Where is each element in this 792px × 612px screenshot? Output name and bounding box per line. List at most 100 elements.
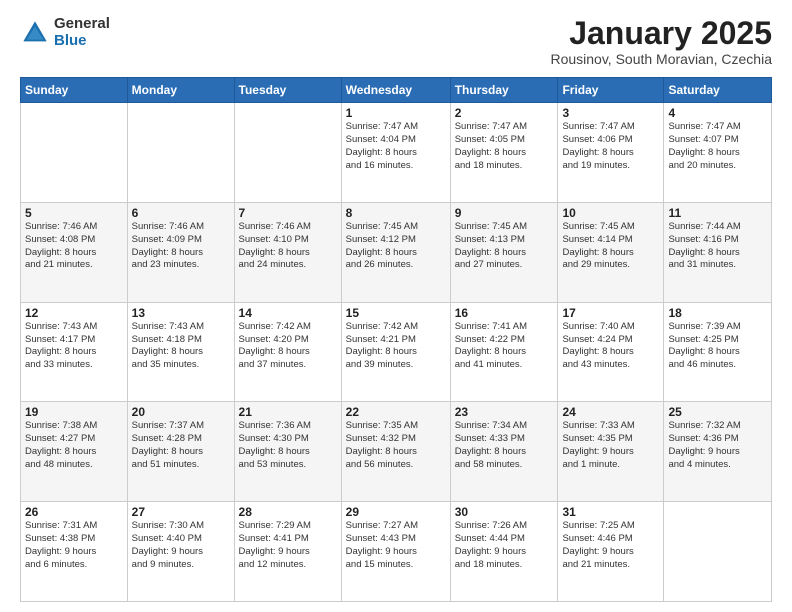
calendar-cell: 14Sunrise: 7:42 AM Sunset: 4:20 PM Dayli… [234, 302, 341, 402]
logo: General Blue [20, 16, 110, 49]
day-number: 14 [239, 306, 337, 320]
calendar-cell: 5Sunrise: 7:46 AM Sunset: 4:08 PM Daylig… [21, 202, 128, 302]
weekday-header-saturday: Saturday [664, 78, 772, 103]
logo-icon [20, 18, 50, 48]
calendar-cell: 4Sunrise: 7:47 AM Sunset: 4:07 PM Daylig… [664, 103, 772, 203]
calendar-cell: 9Sunrise: 7:45 AM Sunset: 4:13 PM Daylig… [450, 202, 558, 302]
day-info: Sunrise: 7:46 AM Sunset: 4:08 PM Dayligh… [25, 221, 123, 272]
calendar-location: Rousinov, South Moravian, Czechia [550, 51, 772, 67]
day-number: 26 [25, 505, 123, 519]
day-number: 31 [562, 505, 659, 519]
calendar-cell: 30Sunrise: 7:26 AM Sunset: 4:44 PM Dayli… [450, 502, 558, 602]
day-info: Sunrise: 7:31 AM Sunset: 4:38 PM Dayligh… [25, 520, 123, 571]
day-info: Sunrise: 7:34 AM Sunset: 4:33 PM Dayligh… [455, 420, 554, 471]
calendar-cell: 12Sunrise: 7:43 AM Sunset: 4:17 PM Dayli… [21, 302, 128, 402]
day-info: Sunrise: 7:44 AM Sunset: 4:16 PM Dayligh… [668, 221, 767, 272]
day-number: 17 [562, 306, 659, 320]
calendar-cell: 7Sunrise: 7:46 AM Sunset: 4:10 PM Daylig… [234, 202, 341, 302]
weekday-header-thursday: Thursday [450, 78, 558, 103]
week-row-5: 26Sunrise: 7:31 AM Sunset: 4:38 PM Dayli… [21, 502, 772, 602]
day-number: 24 [562, 405, 659, 419]
day-number: 20 [132, 405, 230, 419]
day-number: 12 [25, 306, 123, 320]
day-info: Sunrise: 7:37 AM Sunset: 4:28 PM Dayligh… [132, 420, 230, 471]
weekday-header-monday: Monday [127, 78, 234, 103]
week-row-3: 12Sunrise: 7:43 AM Sunset: 4:17 PM Dayli… [21, 302, 772, 402]
calendar-cell: 16Sunrise: 7:41 AM Sunset: 4:22 PM Dayli… [450, 302, 558, 402]
calendar-cell: 23Sunrise: 7:34 AM Sunset: 4:33 PM Dayli… [450, 402, 558, 502]
calendar-cell: 19Sunrise: 7:38 AM Sunset: 4:27 PM Dayli… [21, 402, 128, 502]
day-number: 10 [562, 206, 659, 220]
day-number: 4 [668, 106, 767, 120]
page: General Blue January 2025 Rousinov, Sout… [0, 0, 792, 612]
calendar-cell: 15Sunrise: 7:42 AM Sunset: 4:21 PM Dayli… [341, 302, 450, 402]
day-number: 2 [455, 106, 554, 120]
day-info: Sunrise: 7:32 AM Sunset: 4:36 PM Dayligh… [668, 420, 767, 471]
day-number: 3 [562, 106, 659, 120]
day-number: 27 [132, 505, 230, 519]
calendar-cell [127, 103, 234, 203]
logo-text: General Blue [54, 16, 110, 49]
day-info: Sunrise: 7:35 AM Sunset: 4:32 PM Dayligh… [346, 420, 446, 471]
calendar-cell: 8Sunrise: 7:45 AM Sunset: 4:12 PM Daylig… [341, 202, 450, 302]
day-info: Sunrise: 7:46 AM Sunset: 4:09 PM Dayligh… [132, 221, 230, 272]
day-number: 8 [346, 206, 446, 220]
day-info: Sunrise: 7:47 AM Sunset: 4:05 PM Dayligh… [455, 121, 554, 172]
day-info: Sunrise: 7:43 AM Sunset: 4:18 PM Dayligh… [132, 321, 230, 372]
day-number: 15 [346, 306, 446, 320]
day-number: 22 [346, 405, 446, 419]
day-info: Sunrise: 7:47 AM Sunset: 4:07 PM Dayligh… [668, 121, 767, 172]
calendar-title: January 2025 [550, 16, 772, 51]
day-info: Sunrise: 7:46 AM Sunset: 4:10 PM Dayligh… [239, 221, 337, 272]
day-info: Sunrise: 7:42 AM Sunset: 4:21 PM Dayligh… [346, 321, 446, 372]
day-number: 28 [239, 505, 337, 519]
calendar-cell: 22Sunrise: 7:35 AM Sunset: 4:32 PM Dayli… [341, 402, 450, 502]
calendar-cell [234, 103, 341, 203]
day-info: Sunrise: 7:26 AM Sunset: 4:44 PM Dayligh… [455, 520, 554, 571]
day-number: 29 [346, 505, 446, 519]
day-number: 7 [239, 206, 337, 220]
day-info: Sunrise: 7:41 AM Sunset: 4:22 PM Dayligh… [455, 321, 554, 372]
calendar-cell: 31Sunrise: 7:25 AM Sunset: 4:46 PM Dayli… [558, 502, 664, 602]
day-number: 6 [132, 206, 230, 220]
calendar-cell: 28Sunrise: 7:29 AM Sunset: 4:41 PM Dayli… [234, 502, 341, 602]
week-row-1: 1Sunrise: 7:47 AM Sunset: 4:04 PM Daylig… [21, 103, 772, 203]
calendar-cell [21, 103, 128, 203]
day-info: Sunrise: 7:25 AM Sunset: 4:46 PM Dayligh… [562, 520, 659, 571]
calendar-cell: 24Sunrise: 7:33 AM Sunset: 4:35 PM Dayli… [558, 402, 664, 502]
day-info: Sunrise: 7:47 AM Sunset: 4:04 PM Dayligh… [346, 121, 446, 172]
weekday-header-tuesday: Tuesday [234, 78, 341, 103]
calendar-cell: 20Sunrise: 7:37 AM Sunset: 4:28 PM Dayli… [127, 402, 234, 502]
day-info: Sunrise: 7:42 AM Sunset: 4:20 PM Dayligh… [239, 321, 337, 372]
day-info: Sunrise: 7:45 AM Sunset: 4:13 PM Dayligh… [455, 221, 554, 272]
logo-blue: Blue [54, 33, 110, 50]
weekday-row: SundayMondayTuesdayWednesdayThursdayFrid… [21, 78, 772, 103]
calendar-header: SundayMondayTuesdayWednesdayThursdayFrid… [21, 78, 772, 103]
calendar-cell: 27Sunrise: 7:30 AM Sunset: 4:40 PM Dayli… [127, 502, 234, 602]
day-number: 25 [668, 405, 767, 419]
calendar-cell: 17Sunrise: 7:40 AM Sunset: 4:24 PM Dayli… [558, 302, 664, 402]
calendar-cell: 29Sunrise: 7:27 AM Sunset: 4:43 PM Dayli… [341, 502, 450, 602]
weekday-header-wednesday: Wednesday [341, 78, 450, 103]
calendar-cell: 21Sunrise: 7:36 AM Sunset: 4:30 PM Dayli… [234, 402, 341, 502]
day-number: 9 [455, 206, 554, 220]
weekday-header-friday: Friday [558, 78, 664, 103]
week-row-4: 19Sunrise: 7:38 AM Sunset: 4:27 PM Dayli… [21, 402, 772, 502]
day-info: Sunrise: 7:36 AM Sunset: 4:30 PM Dayligh… [239, 420, 337, 471]
calendar-body: 1Sunrise: 7:47 AM Sunset: 4:04 PM Daylig… [21, 103, 772, 602]
day-info: Sunrise: 7:39 AM Sunset: 4:25 PM Dayligh… [668, 321, 767, 372]
day-number: 11 [668, 206, 767, 220]
logo-general: General [54, 16, 110, 33]
calendar-cell: 6Sunrise: 7:46 AM Sunset: 4:09 PM Daylig… [127, 202, 234, 302]
calendar-cell [664, 502, 772, 602]
calendar-cell: 10Sunrise: 7:45 AM Sunset: 4:14 PM Dayli… [558, 202, 664, 302]
day-info: Sunrise: 7:45 AM Sunset: 4:12 PM Dayligh… [346, 221, 446, 272]
day-number: 30 [455, 505, 554, 519]
day-info: Sunrise: 7:38 AM Sunset: 4:27 PM Dayligh… [25, 420, 123, 471]
week-row-2: 5Sunrise: 7:46 AM Sunset: 4:08 PM Daylig… [21, 202, 772, 302]
calendar-cell: 1Sunrise: 7:47 AM Sunset: 4:04 PM Daylig… [341, 103, 450, 203]
day-info: Sunrise: 7:45 AM Sunset: 4:14 PM Dayligh… [562, 221, 659, 272]
day-info: Sunrise: 7:30 AM Sunset: 4:40 PM Dayligh… [132, 520, 230, 571]
day-number: 23 [455, 405, 554, 419]
calendar-cell: 26Sunrise: 7:31 AM Sunset: 4:38 PM Dayli… [21, 502, 128, 602]
